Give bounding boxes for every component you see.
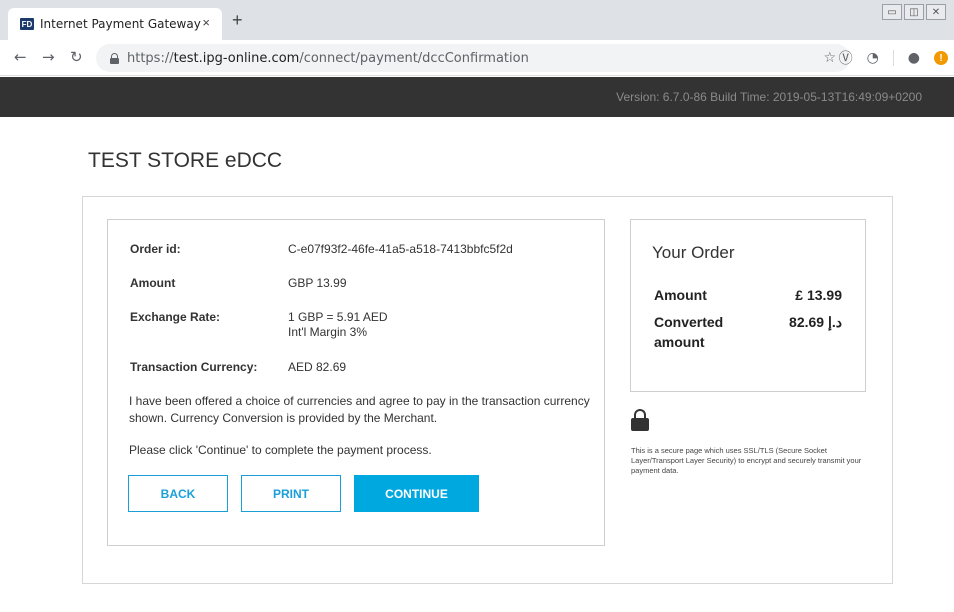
tab-close-icon[interactable]: × [202, 15, 210, 30]
exchange-rate-value: 1 GBP = 5.91 AED [288, 310, 388, 324]
tab-title: Internet Payment Gateway [40, 17, 201, 31]
version-text: Version: 6.7.0-86 Build Time: 2019-05-13… [616, 90, 922, 104]
order-id-label: Order id: [130, 242, 181, 256]
order-amount-value: £ 13.99 [795, 287, 842, 303]
page-title: TEST STORE eDCC [88, 149, 283, 172]
maximize-icon[interactable]: ◫ [904, 4, 924, 20]
new-tab-button[interactable]: + [232, 11, 243, 29]
order-summary-title: Your Order [652, 243, 735, 262]
print-button[interactable]: PRINT [241, 475, 341, 512]
continue-button[interactable]: CONTINUE [354, 475, 479, 512]
margin-value: Int'l Margin 3% [288, 325, 367, 339]
converted-amount-value: 82.69 د.إ [789, 314, 842, 330]
star-icon[interactable]: ☆ [823, 50, 836, 66]
browser-toolbar: ← → ↻ https://test.ipg-online.com/connec… [0, 40, 954, 76]
continue-instruction-text: Please click 'Continue' to complete the … [129, 443, 432, 457]
transaction-currency-label: Transaction Currency: [130, 360, 258, 374]
browser-tab[interactable]: FD Internet Payment Gateway × [8, 8, 222, 40]
version-bar: Version: 6.7.0-86 Build Time: 2019-05-13… [0, 77, 954, 117]
toolbar-icons: Ⓥ ◔ ● ! [839, 48, 954, 68]
padlock-icon [631, 409, 649, 431]
warning-icon[interactable]: ! [934, 51, 948, 65]
window-controls: ▭ ◫ ✕ [882, 4, 946, 20]
order-amount-label: Amount [654, 287, 707, 303]
forward-arrow-icon[interactable]: → [42, 48, 55, 66]
browser-titlebar: FD Internet Payment Gateway × + ▭ ◫ ✕ [0, 0, 954, 40]
account-icon[interactable]: ● [908, 50, 920, 66]
toolbar-separator [892, 50, 894, 66]
transaction-currency-value: AED 82.69 [288, 360, 347, 374]
exchange-rate-label: Exchange Rate: [130, 310, 221, 324]
vivaldi-icon[interactable]: Ⓥ [839, 48, 853, 68]
back-button[interactable]: BACK [128, 475, 228, 512]
amount-value: GBP 13.99 [288, 276, 347, 290]
reload-icon[interactable]: ↻ [70, 48, 83, 66]
amount-label: Amount [130, 276, 176, 290]
order-id-value: C-e07f93f2-46fe-41a5-a518-7413bbfc5f2d [288, 242, 513, 256]
currency-agreement-text: I have been offered a choice of currenci… [129, 394, 590, 425]
circle-icon[interactable]: ◔ [867, 50, 879, 66]
secure-page-note: This is a secure page which uses SSL/TLS… [631, 446, 862, 475]
converted-amount-label-line2: amount [654, 334, 705, 350]
url-text: https://test.ipg-online.com/connect/paym… [127, 50, 529, 66]
converted-amount-label-line1: Converted [654, 314, 724, 330]
minimize-icon[interactable]: ▭ [882, 4, 902, 20]
address-bar[interactable]: https://test.ipg-online.com/connect/paym… [96, 44, 850, 72]
lock-icon[interactable] [110, 52, 119, 64]
close-window-icon[interactable]: ✕ [926, 4, 946, 20]
favicon-icon: FD [20, 18, 34, 30]
back-arrow-icon[interactable]: ← [14, 48, 27, 66]
